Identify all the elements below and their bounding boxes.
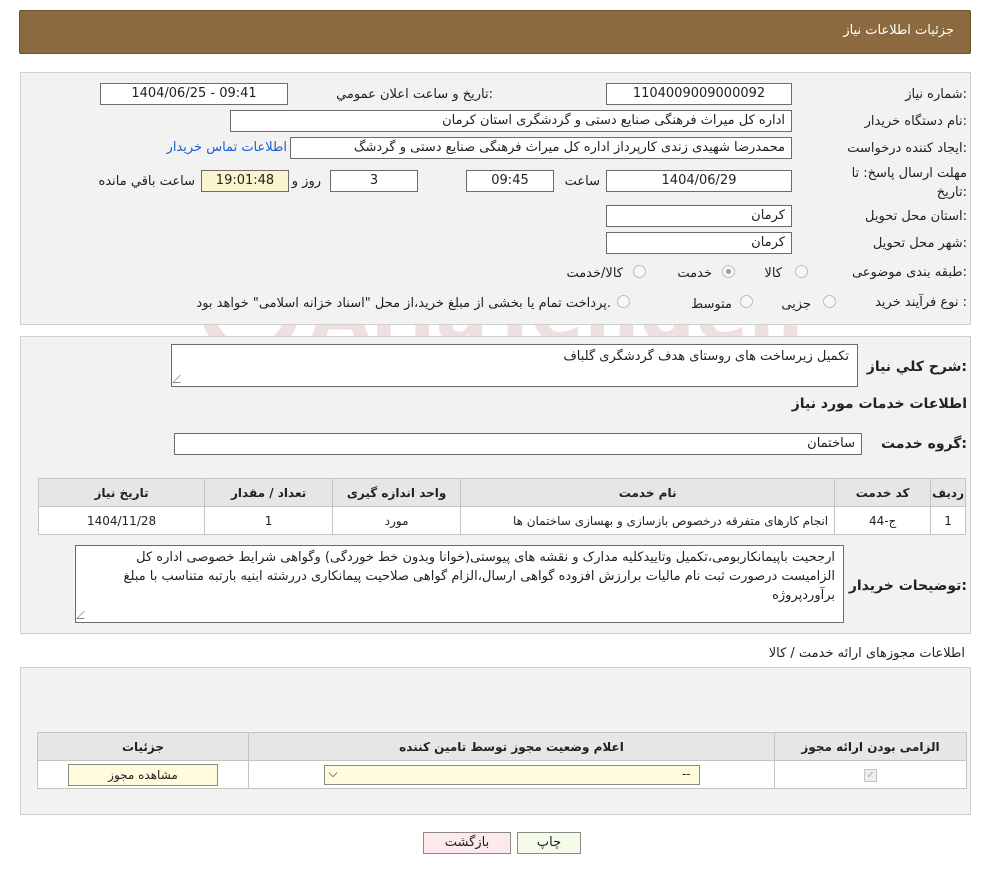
summary-field: تکمیل زیرساخت های روستای هدف گردشگری گلب… xyxy=(171,344,858,387)
col-code: کد خدمت xyxy=(834,478,932,507)
permits-table: الزامی بودن ارائه مجوز اعلام وضعیت مجوز … xyxy=(37,732,967,789)
page-header: جزئیات اطلاعات نیاز xyxy=(19,10,971,54)
buyer-org-label: نام دستگاه خریدار: xyxy=(864,114,967,129)
services-table-header: ردیف کد خدمت نام خدمت واحد اندازه گیری ت… xyxy=(37,478,966,507)
summary-text: تکمیل زیرساخت های روستای هدف گردشگری گلب… xyxy=(563,349,849,364)
category-option-goods-service: کالا/خدمت xyxy=(566,266,623,281)
process-radio-medium[interactable] xyxy=(740,295,753,308)
cell-unit: مورد xyxy=(332,506,462,535)
category-radio-goods-service[interactable] xyxy=(633,265,646,278)
print-button[interactable]: چاپ xyxy=(517,832,581,854)
deadline-label: مهلت ارسال پاسخ: تا تاریخ: xyxy=(851,166,967,200)
category-radio-goods[interactable] xyxy=(795,265,808,278)
announce-field: 1404/06/25 - 09:41 xyxy=(100,83,288,105)
buyer-notes-text: ارجحیت باپیمانکاربومی،تکمیل وتاییدکلیه م… xyxy=(123,550,835,603)
cell-permit-details: مشاهده مجوز xyxy=(37,760,249,789)
province-label: استان محل تحویل: xyxy=(865,209,967,224)
category-option-service: خدمت xyxy=(677,266,712,281)
cell-permit-status: -- ⌵ xyxy=(248,760,775,789)
process-option-minor: جزیی xyxy=(781,297,811,312)
buyer-notes-label: توضیحات خریدار: xyxy=(848,578,967,594)
services-table: ردیف کد خدمت نام خدمت واحد اندازه گیری ت… xyxy=(37,478,966,535)
permits-table-header: الزامی بودن ارائه مجوز اعلام وضعیت مجوز … xyxy=(37,732,967,761)
cell-row: 1 xyxy=(930,506,966,535)
category-option-goods: کالا xyxy=(764,266,782,281)
col-permit-status: اعلام وضعیت مجوز توسط تامین کننده xyxy=(248,732,775,761)
service-group-field: ساختمان xyxy=(174,433,862,455)
col-qty: تعداد / مقدار xyxy=(204,478,334,507)
deadline-time-field: 09:45 xyxy=(466,170,554,192)
remaining-label: ساعت باقي مانده xyxy=(98,174,195,189)
services-title: اطلاعات خدمات مورد نیاز xyxy=(791,396,967,412)
buyer-notes-field: ارجحیت باپیمانکاربومی،تکمیل وتاییدکلیه م… xyxy=(75,545,844,623)
col-permit-details: جزئیات xyxy=(37,732,249,761)
col-unit: واحد اندازه گیری xyxy=(332,478,462,507)
cell-code: ج-44 xyxy=(834,506,932,535)
category-label: طبقه بندی موضوعی: xyxy=(851,265,967,280)
days-field: 3 xyxy=(330,170,418,192)
city-field: کرمان xyxy=(606,232,792,254)
process-radio-minor[interactable] xyxy=(823,295,836,308)
need-number-field: 1104009009000092 xyxy=(606,83,792,105)
announce-label: تاریخ و ساعت اعلان عمومي: xyxy=(336,87,493,102)
buyer-org-field: اداره کل میراث فرهنگی صنایع دستی و گردشگ… xyxy=(230,110,792,132)
remaining-time-field: 19:01:48 xyxy=(201,170,289,192)
permit-status-select[interactable]: -- ⌵ xyxy=(323,764,700,785)
page-title: جزئیات اطلاعات نیاز xyxy=(843,23,954,38)
buyer-contact-link[interactable]: اطلاعات تماس خریدار xyxy=(167,140,287,155)
category-radio-service[interactable] xyxy=(722,265,735,278)
table-row: 1 ج-44 انجام کارهای متفرقه درخصوص بازساز… xyxy=(37,506,966,535)
deadline-time-label: ساعت xyxy=(564,174,600,189)
process-option-medium: متوسط xyxy=(691,297,732,312)
cell-permit-required: ✓ xyxy=(774,760,967,789)
summary-label: شرح کلي نیاز: xyxy=(866,359,967,375)
chevron-down-icon: ⌵ xyxy=(328,765,338,780)
cell-name: انجام کارهای متفرقه درخصوص بازسازی و بهس… xyxy=(460,506,836,535)
days-label: روز و xyxy=(291,174,321,189)
need-number-label: شماره نیاز: xyxy=(905,87,967,102)
required-checkbox[interactable]: ✓ xyxy=(864,769,877,782)
permit-status-value: -- xyxy=(681,766,691,781)
col-permit-required: الزامی بودن ارائه مجوز xyxy=(774,732,967,761)
creator-label: ایجاد کننده درخواست: xyxy=(847,141,967,156)
cell-qty: 1 xyxy=(204,506,334,535)
back-button[interactable]: بازگشت xyxy=(423,832,511,854)
col-name: نام خدمت xyxy=(460,478,836,507)
process-note: پرداخت تمام یا بخشی از مبلغ خرید،از محل … xyxy=(196,296,611,311)
creator-field: محمدرضا شهیدی زندی کارپرداز اداره کل میر… xyxy=(290,137,792,159)
city-label: شهر محل تحویل: xyxy=(872,236,967,251)
process-radio-treasury[interactable] xyxy=(617,295,630,308)
view-permit-button[interactable]: مشاهده مجوز xyxy=(68,763,218,786)
col-row: ردیف xyxy=(930,478,966,507)
col-date: تاریخ نیاز xyxy=(37,478,206,507)
table-row: ✓ -- ⌵ مشاهده مجوز xyxy=(37,760,967,789)
deadline-date-field: 1404/06/29 xyxy=(606,170,792,192)
permits-title: اطلاعات مجوزهای ارائه خدمت / کالا xyxy=(768,646,965,661)
service-group-label: گروه خدمت: xyxy=(881,436,967,452)
cell-date: 1404/11/28 xyxy=(37,506,206,535)
province-field: کرمان xyxy=(606,205,792,227)
process-label: نوع فرآیند خرید : xyxy=(875,295,967,310)
